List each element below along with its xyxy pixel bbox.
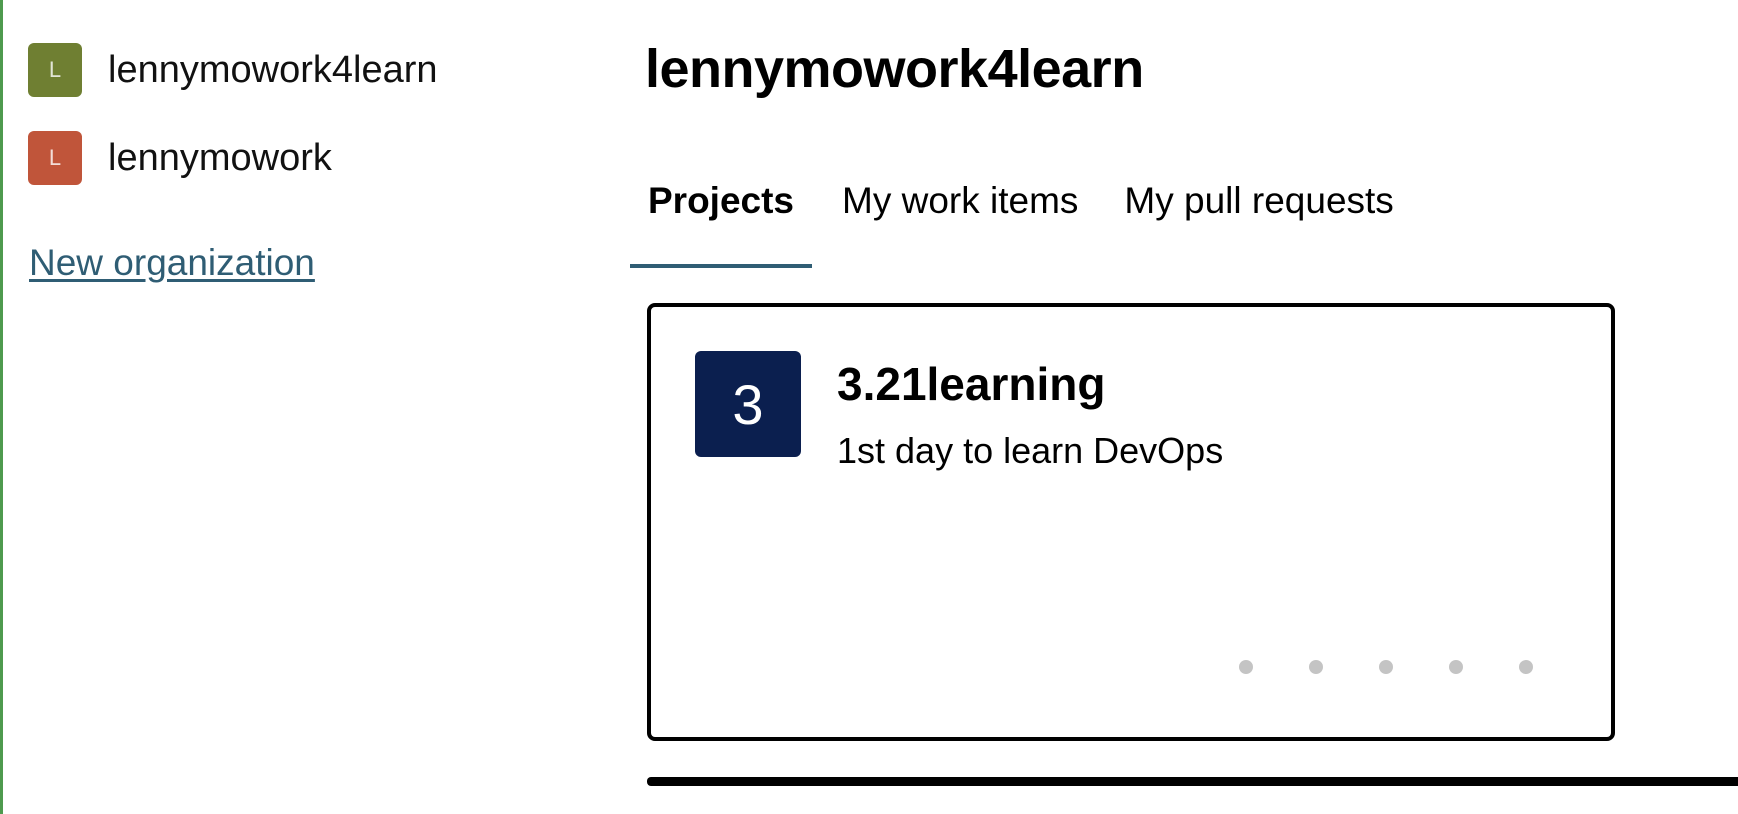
loading-dot <box>1309 660 1323 674</box>
tab-bar: Projects My work items My pull requests <box>630 160 1410 268</box>
loading-dot <box>1379 660 1393 674</box>
org-name: lennymowork4learn <box>108 49 438 91</box>
page: L lennymowork4learn L lennymowork New or… <box>0 0 1738 814</box>
tab-my-pull-requests[interactable]: My pull requests <box>1108 160 1409 268</box>
loading-dots <box>1239 660 1533 674</box>
project-name[interactable]: 3.21learning <box>837 357 1105 411</box>
org-avatar: L <box>28 43 82 97</box>
page-title: lennymowork4learn <box>645 39 1144 99</box>
divider <box>647 777 1738 786</box>
org-item-lennymowork4learn[interactable]: L lennymowork4learn <box>28 43 438 97</box>
project-description: 1st day to learn DevOps <box>837 430 1224 471</box>
org-item-lennymowork[interactable]: L lennymowork <box>28 131 332 185</box>
new-organization-link[interactable]: New organization <box>29 242 315 284</box>
loading-dot <box>1239 660 1253 674</box>
org-name: lennymowork <box>108 137 332 179</box>
loading-dot <box>1449 660 1463 674</box>
tab-projects[interactable]: Projects <box>630 160 813 268</box>
org-avatar: L <box>28 131 82 185</box>
project-avatar: 3 <box>695 351 801 457</box>
loading-dot <box>1519 660 1533 674</box>
tab-my-work-items[interactable]: My work items <box>826 160 1094 268</box>
project-card[interactable]: 3 3.21learning 1st day to learn DevOps <box>647 303 1615 741</box>
